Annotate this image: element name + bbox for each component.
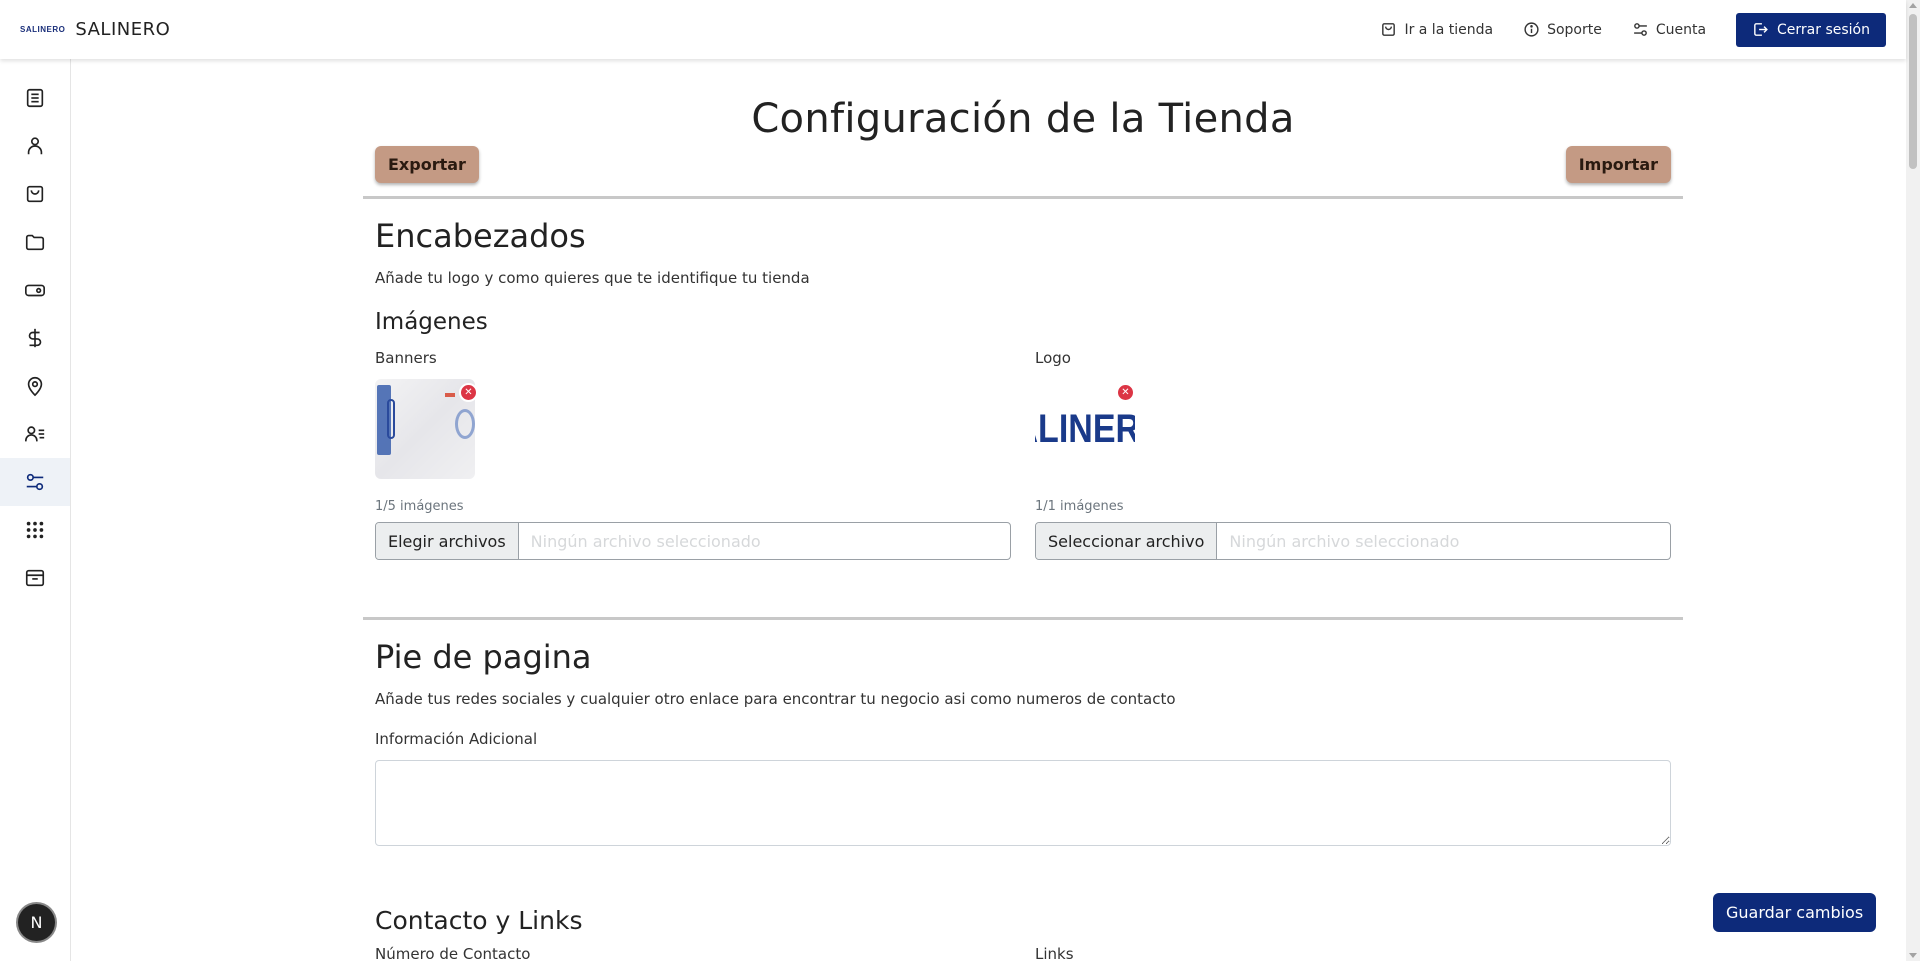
settings-sliders-icon xyxy=(26,473,44,491)
location-pin-icon xyxy=(27,376,43,397)
go-to-store-label: Ir a la tienda xyxy=(1404,21,1494,38)
logo-thumbnail: ALINERO ✕ xyxy=(1035,379,1135,479)
logout-button[interactable]: Cerrar sesión xyxy=(1736,12,1886,47)
brand-name: SALINERO xyxy=(75,19,171,40)
user-list-icon xyxy=(25,426,45,442)
sidebar-item-apps[interactable] xyxy=(0,506,70,554)
settings-sliders-icon xyxy=(1633,23,1647,36)
save-changes-button[interactable]: Guardar cambios xyxy=(1713,893,1877,932)
dollar-icon xyxy=(28,328,42,348)
choose-files-button[interactable]: Elegir archivos xyxy=(376,523,519,559)
contact-number-label: Número de Contacto xyxy=(375,945,531,963)
footer-description: Añade tus redes sociales y cualquier otr… xyxy=(375,690,1176,708)
links-label: Links xyxy=(1035,945,1074,963)
section-divider xyxy=(363,617,1683,620)
sidebar-item-pricing[interactable] xyxy=(0,314,70,362)
sidebar-item-documents[interactable] xyxy=(0,74,70,122)
brand[interactable]: SALINERO SALINERO xyxy=(20,19,170,40)
contact-links-title: Contacto y Links xyxy=(375,906,583,935)
account-link[interactable]: Cuenta xyxy=(1632,21,1706,38)
document-icon xyxy=(26,88,44,108)
sidebar-item-orders[interactable] xyxy=(0,170,70,218)
sidebar-item-folders[interactable] xyxy=(0,218,70,266)
sidebar-item-settings[interactable] xyxy=(0,458,70,506)
page-title: Configuración de la Tienda xyxy=(751,96,1295,142)
images-title: Imágenes xyxy=(375,309,488,335)
scroll-up-arrow[interactable] xyxy=(1909,3,1917,8)
logout-label: Cerrar sesión xyxy=(1777,21,1870,38)
shopping-bag-icon xyxy=(26,185,44,203)
logo-count: 1/1 imágenes xyxy=(1035,499,1124,514)
banners-label: Banners xyxy=(375,349,437,367)
additional-info-textarea[interactable] xyxy=(375,760,1671,846)
sidebar-item-tags[interactable] xyxy=(0,266,70,314)
scrollbar[interactable] xyxy=(1906,0,1920,961)
top-navbar: SALINERO SALINERO Ir a la tienda Soporte… xyxy=(0,0,1906,59)
banners-file-input[interactable]: Elegir archivos Ningún archivo seleccion… xyxy=(375,522,1011,560)
logo-file-placeholder: Ningún archivo seleccionado xyxy=(1229,531,1460,551)
banners-field: Banners ✕ 1/5 imágenes Elegir archivos N… xyxy=(375,349,1011,560)
export-button[interactable]: Exportar xyxy=(375,146,479,183)
avatar[interactable]: N xyxy=(18,904,55,941)
logout-icon xyxy=(1754,23,1768,36)
scrollbar-thumb[interactable] xyxy=(1909,14,1917,169)
select-file-button[interactable]: Seleccionar archivo xyxy=(1036,523,1218,559)
sidebar-item-customers[interactable] xyxy=(0,410,70,458)
info-icon xyxy=(1524,22,1539,37)
headers-section: Encabezados Añade tu logo y como quieres… xyxy=(363,217,1683,560)
headers-description: Añade tu logo y como quieres que te iden… xyxy=(375,269,810,287)
shopping-bag-icon xyxy=(1382,23,1396,36)
sidebar: N xyxy=(0,59,71,961)
banners-file-placeholder: Ningún archivo seleccionado xyxy=(530,531,761,551)
support-link[interactable]: Soporte xyxy=(1523,21,1602,38)
tag-icon xyxy=(25,284,45,297)
remove-banner-button[interactable]: ✕ xyxy=(459,383,478,402)
logo-file-input[interactable]: Seleccionar archivo Ningún archivo selec… xyxy=(1035,522,1671,560)
footer-title: Pie de pagina xyxy=(375,638,592,676)
brand-logo: SALINERO xyxy=(20,25,66,34)
go-to-store-link[interactable]: Ir a la tienda xyxy=(1380,21,1493,38)
sidebar-item-locations[interactable] xyxy=(0,362,70,410)
headers-title: Encabezados xyxy=(375,217,586,255)
user-icon xyxy=(27,137,43,155)
main-content: Configuración de la Tienda Exportar Impo… xyxy=(363,59,1683,963)
logo-image-text: ALINERO xyxy=(1035,406,1135,451)
banner-thumbnail: ✕ xyxy=(375,379,478,479)
section-divider xyxy=(363,196,1683,199)
banners-count: 1/5 imágenes xyxy=(375,499,464,514)
footer-section: Pie de pagina Añade tus redes sociales y… xyxy=(363,638,1683,963)
apps-grid-icon xyxy=(26,521,44,539)
additional-info-label: Información Adicional xyxy=(375,730,538,748)
import-button[interactable]: Importar xyxy=(1565,146,1671,183)
archive-icon xyxy=(25,569,45,587)
account-label: Cuenta xyxy=(1655,21,1707,38)
import-export-row: Exportar Importar xyxy=(363,146,1683,186)
support-label: Soporte xyxy=(1547,21,1602,38)
scroll-down-arrow[interactable] xyxy=(1909,953,1917,958)
remove-logo-button[interactable]: ✕ xyxy=(1116,383,1135,402)
top-actions: Ir a la tienda Soporte Cuenta Cerrar ses… xyxy=(1380,0,1886,59)
logo-field: Logo ALINERO ✕ 1/1 imágenes Seleccionar … xyxy=(1035,349,1671,560)
sidebar-item-users[interactable] xyxy=(0,122,70,170)
folder-icon xyxy=(25,234,45,251)
sidebar-item-archive[interactable] xyxy=(0,554,70,602)
logo-label: Logo xyxy=(1035,349,1071,367)
